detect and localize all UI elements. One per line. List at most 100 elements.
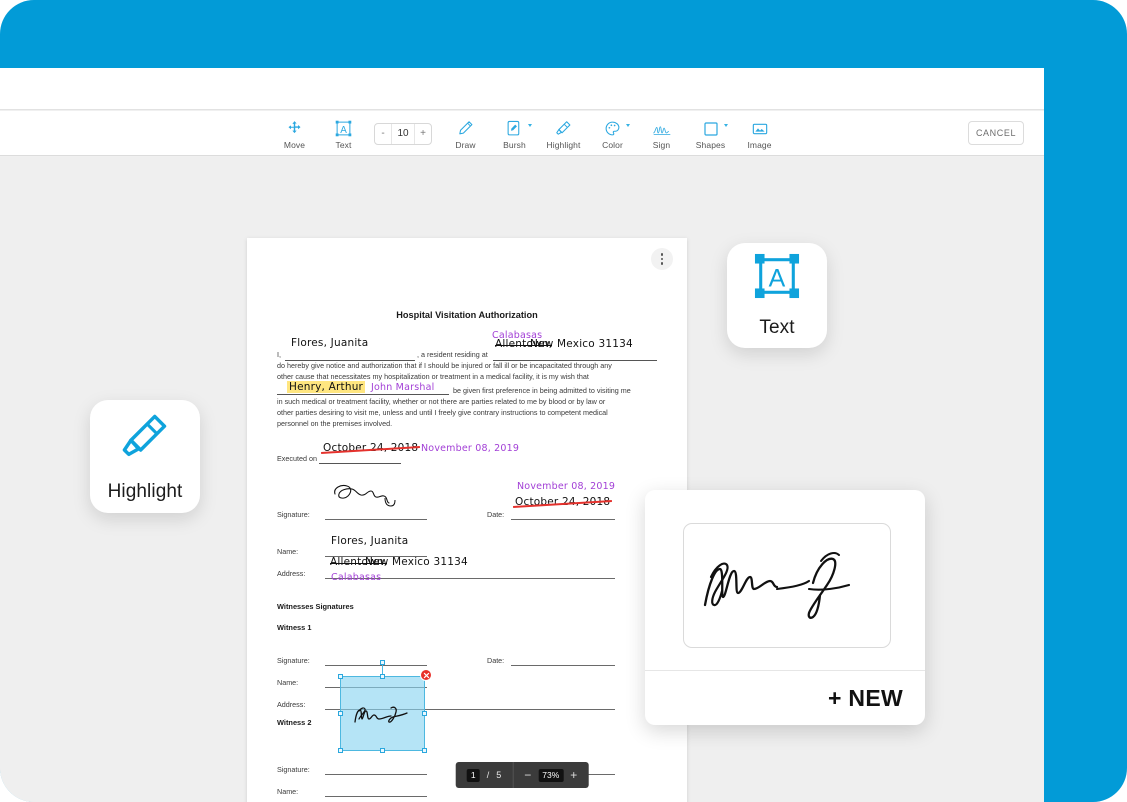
zoom-level-value[interactable]: 73%	[538, 768, 564, 782]
resize-handle-w[interactable]	[338, 710, 343, 716]
witness-signature-mark	[354, 706, 408, 723]
document-content: Hospital Visitation Authorization Calaba…	[277, 310, 657, 802]
highlighter-icon	[119, 411, 171, 468]
intro-prefix: I,	[277, 350, 281, 359]
annotation-signer-name[interactable]: Flores, Juanita	[331, 535, 408, 547]
annotation-declarant-name[interactable]: Flores, Juanita	[291, 337, 368, 349]
zoom-controls[interactable]: − 73% +	[513, 762, 588, 788]
tool-group: Move A Text - 10 + Draw Bursh Highlight …	[270, 111, 784, 156]
annotation-executed-date-new[interactable]: November 08, 2019	[421, 443, 519, 454]
chevron-down-icon[interactable]	[528, 124, 532, 127]
feature-card-highlight[interactable]: Highlight	[90, 400, 200, 513]
size-value[interactable]: 10	[391, 123, 415, 144]
document-title: Hospital Visitation Authorization	[396, 310, 538, 320]
witness-1-label: Witness 1	[277, 623, 312, 633]
paragraph-line-6: personnel on the premises involved.	[277, 419, 393, 429]
paragraph-line-4: in such medical or treatment facility, w…	[277, 396, 606, 406]
selected-signature-object[interactable]	[338, 660, 432, 753]
tool-shapes[interactable]: Shapes	[686, 111, 735, 156]
current-page-value[interactable]: 1	[466, 768, 480, 782]
resize-handle-sw[interactable]	[338, 748, 343, 753]
tool-move-label: Move	[283, 140, 306, 150]
rotate-handle[interactable]	[380, 660, 385, 665]
witness2-name-label: Name:	[277, 787, 299, 797]
tool-highlight[interactable]: Highlight	[539, 111, 588, 156]
chevron-down-icon[interactable]	[626, 124, 630, 127]
square-icon	[703, 117, 719, 137]
pencil-icon	[457, 117, 474, 137]
page-separator: /	[486, 770, 490, 780]
witness1-date-label: Date:	[487, 656, 505, 666]
zoom-out-button[interactable]: −	[524, 769, 531, 781]
tool-brush-label: Bursh	[503, 140, 526, 150]
signer-address-label: Address:	[277, 569, 306, 579]
paragraph-line-3-tail: be given first preference in being admit…	[453, 385, 631, 395]
signer-name-label: Name:	[277, 547, 299, 557]
annotation-preference-name-old[interactable]: Henry, Arthur	[287, 380, 366, 393]
resize-handle-se[interactable]	[422, 748, 427, 753]
tool-brush[interactable]: Bursh	[490, 111, 539, 156]
editor-toolbar: Move A Text - 10 + Draw Bursh Highlight …	[0, 111, 1044, 156]
paragraph-line-1: do hereby give notice and authorization …	[277, 361, 612, 370]
move-icon	[286, 117, 303, 137]
size-decrease-button[interactable]: -	[375, 124, 391, 144]
tool-image-label: Image	[747, 140, 772, 150]
signature-picker-panel[interactable]: + NEW	[645, 490, 925, 725]
witness2-signature-line	[325, 764, 427, 776]
declarant-signature-mark[interactable]	[327, 481, 427, 511]
close-icon	[423, 672, 429, 678]
signature-line	[325, 509, 427, 521]
tool-draw[interactable]: Draw	[441, 111, 490, 156]
feature-card-text-label: Text	[759, 316, 795, 338]
annotation-preference-name-new[interactable]: John Marshal	[371, 382, 434, 393]
executed-date-line	[319, 453, 401, 465]
more-vertical-icon[interactable]	[651, 248, 673, 270]
page-navigation[interactable]: 1 / 5	[456, 762, 513, 788]
title-bar	[0, 68, 1044, 110]
annotation-address-rest[interactable]: New Mexico 31134	[530, 338, 633, 350]
svg-text:A: A	[340, 125, 347, 136]
executed-on-label: Executed on	[277, 454, 317, 464]
resize-handle-n[interactable]	[379, 674, 385, 679]
chevron-down-icon[interactable]	[724, 124, 728, 127]
annotation-signature-date-new[interactable]: November 08, 2019	[517, 481, 615, 492]
residing-text: , a resident residing at	[417, 350, 488, 359]
delete-object-button[interactable]	[420, 669, 432, 681]
tool-sign[interactable]: Sign	[637, 111, 686, 156]
tool-image[interactable]: Image	[735, 111, 784, 156]
size-increase-button[interactable]: +	[415, 124, 431, 144]
font-size-stepper[interactable]: - 10 +	[374, 122, 432, 145]
saved-signature-thumbnail[interactable]	[683, 523, 891, 648]
annotation-signer-address-rest[interactable]: New Mexico 31134	[365, 556, 468, 568]
date-line	[511, 509, 615, 521]
highlighter-icon	[555, 117, 572, 137]
witness1-address-label: Address:	[277, 700, 306, 710]
witness1-signature-label: Signature:	[277, 656, 310, 666]
document-page[interactable]: Hospital Visitation Authorization Calaba…	[247, 238, 687, 802]
new-signature-button[interactable]: + NEW	[645, 671, 925, 725]
resize-handle-e[interactable]	[422, 710, 427, 716]
resize-handle-s[interactable]	[379, 748, 385, 753]
page-zoom-bar[interactable]: 1 / 5 − 73% +	[455, 762, 589, 788]
brush-icon	[506, 117, 523, 137]
address-blank-line	[493, 349, 657, 361]
annotation-executed-date-old[interactable]: October 24, 2018	[323, 442, 418, 454]
saved-signature-icon	[703, 552, 851, 619]
cancel-button[interactable]: CANCEL	[968, 121, 1024, 145]
annotation-signature-date-old[interactable]: October 24, 2018	[515, 496, 610, 508]
tool-sign-label: Sign	[652, 140, 671, 150]
resize-handle-nw[interactable]	[338, 674, 343, 679]
feature-card-highlight-label: Highlight	[107, 480, 183, 502]
tool-color[interactable]: Color	[588, 111, 637, 156]
witness1-name-label: Name:	[277, 678, 299, 688]
witness1-date-line	[511, 655, 615, 667]
tool-shapes-label: Shapes	[695, 140, 726, 150]
annotation-signer-address-new[interactable]: Calabasas	[331, 572, 381, 583]
tool-text[interactable]: A Text	[319, 111, 368, 156]
witness1-signature-line	[325, 655, 427, 667]
tool-move[interactable]: Move	[270, 111, 319, 156]
date-label: Date:	[487, 510, 505, 520]
tool-text-label: Text	[335, 140, 352, 150]
feature-card-text[interactable]: A Text	[727, 243, 827, 348]
zoom-in-button[interactable]: +	[570, 769, 577, 781]
